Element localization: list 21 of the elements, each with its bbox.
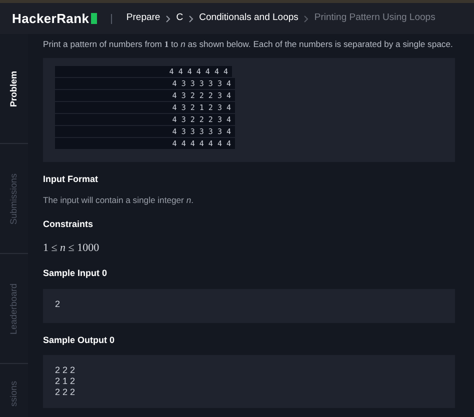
section-heading: Sample Output 0 bbox=[43, 334, 116, 347]
chevron-icon bbox=[303, 14, 310, 22]
constraint-text: 1 ≤ n ≤ 1000 bbox=[43, 240, 100, 256]
intro-text: Print a pattern of numbers from 1 to n as shown below. Each of the numbers is separated by a single space. bbox=[43, 38, 454, 51]
breadcrumb-link[interactable]: C bbox=[176, 11, 184, 26]
section-text: The input will contain a single integer n. bbox=[43, 194, 194, 208]
breadcrumb-link[interactable]: Prepare bbox=[126, 11, 160, 26]
logo[interactable]: HackerRank bbox=[12, 8, 90, 28]
chevron-icon bbox=[165, 14, 172, 22]
logo-mark-icon bbox=[91, 13, 98, 24]
code-line: 2 bbox=[55, 298, 62, 310]
code-line: 2 1 2 bbox=[55, 376, 76, 388]
breadcrumb-link[interactable]: Printing Pattern Using Loops bbox=[314, 11, 436, 26]
section-heading: Sample Input 0 bbox=[43, 267, 108, 280]
section-heading: Input Format bbox=[43, 172, 99, 186]
breadcrumb-link[interactable]: Conditionals and Loops bbox=[199, 11, 298, 26]
code-line: 2 2 2 bbox=[55, 387, 76, 398]
code-line: 2 2 2 bbox=[55, 365, 76, 376]
sidebar-tab[interactable]: Problem bbox=[7, 70, 21, 106]
chevron-icon bbox=[188, 14, 194, 22]
section-heading: Constraints bbox=[43, 218, 94, 232]
